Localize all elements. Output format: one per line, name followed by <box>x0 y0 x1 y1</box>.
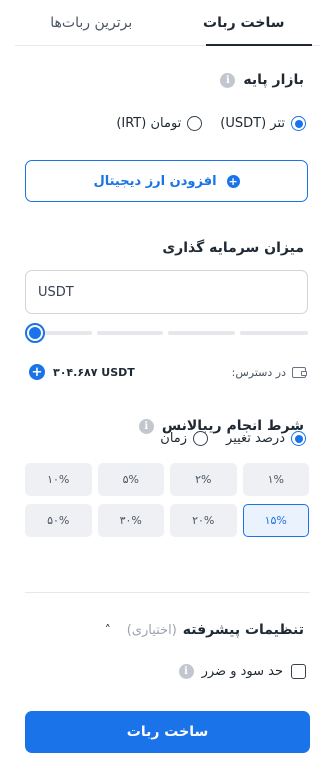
radio-irt-label: تومان (IRT) <box>116 116 182 131</box>
available-value-group: + ۳۰۴.۶۸۷ USDT <box>29 364 135 380</box>
rebalance-options: درصد تغییر زمان <box>160 431 306 446</box>
radio-usdt[interactable]: تتر (USDT) <box>220 116 306 131</box>
percent-chip-50[interactable]: ۵۰% <box>25 504 92 537</box>
divider <box>25 592 310 593</box>
advanced-title: تنظیمات پیشرفته <box>182 622 304 638</box>
radio-percent-label: درصد تغییر <box>226 431 285 446</box>
advanced-optional: (اختیاری) <box>126 622 177 638</box>
radio-button[interactable] <box>187 116 203 131</box>
info-icon[interactable]: i <box>220 72 236 88</box>
slider-track-segment <box>240 331 308 335</box>
investment-amount-input[interactable]: USDT <box>25 270 308 314</box>
advanced-settings-toggle[interactable]: تنظیمات پیشرفته (اختیاری) ˄ <box>105 622 304 638</box>
radio-irt[interactable]: تومان (IRT) <box>116 116 203 131</box>
stop-loss-row: حد سود و ضرر i <box>178 664 306 679</box>
slider-track-segment <box>97 331 163 335</box>
create-bot-button[interactable]: ساخت ربات <box>25 711 310 753</box>
available-label: در دسترس: <box>231 365 286 379</box>
stop-loss-label: حد سود و ضرر <box>201 664 283 679</box>
radio-time[interactable]: زمان <box>160 431 209 446</box>
wallet-icon <box>292 366 307 378</box>
radio-button[interactable] <box>193 431 209 446</box>
percent-chip-1[interactable]: ۱% <box>242 463 309 496</box>
investment-title: میزان سرمایه گذاری <box>162 240 304 256</box>
percent-chip-20[interactable]: ۲۰% <box>170 504 237 537</box>
radio-time-label: زمان <box>160 431 188 446</box>
slider-track-segment <box>168 331 235 335</box>
add-funds-icon[interactable]: + <box>29 364 45 380</box>
chevron-up-icon[interactable]: ˄ <box>105 623 111 637</box>
investment-slider[interactable] <box>25 322 308 344</box>
percent-chip-30[interactable]: ۳۰% <box>97 504 164 537</box>
percent-chip-5[interactable]: ۵% <box>97 463 164 496</box>
radio-button[interactable] <box>291 116 306 131</box>
available-balance-row: در دسترس: + ۳۰۴.۶۸۷ USDT <box>29 362 307 382</box>
rebalance-percent-grid: ۱% ۲% ۵% ۱۰% ۱۵% ۲۰% ۳۰% ۵۰% <box>25 463 309 537</box>
info-icon[interactable]: i <box>138 418 154 434</box>
add-coin-label: افزودن ارز دیجیتال <box>93 173 217 189</box>
create-bot-label: ساخت ربات <box>126 724 209 740</box>
tab-top-bots[interactable]: برترین ربات‌ها <box>15 0 168 45</box>
slider-thumb[interactable] <box>25 323 45 343</box>
investment-amount-value: USDT <box>38 284 74 300</box>
radio-percent-change[interactable]: درصد تغییر <box>226 431 306 446</box>
radio-usdt-label: تتر (USDT) <box>220 116 285 131</box>
available-value: ۳۰۴.۶۸۷ USDT <box>53 365 135 379</box>
base-market-label: بازار پایه <box>243 72 304 88</box>
stop-loss-checkbox[interactable] <box>291 664 306 679</box>
percent-chip-15[interactable]: ۱۵% <box>242 504 309 537</box>
base-market-title: بازار پایه i <box>220 72 304 88</box>
tab-bar: ساخت ربات برترین ربات‌ها <box>15 0 320 46</box>
tab-create-bot[interactable]: ساخت ربات <box>168 0 320 46</box>
percent-chip-2[interactable]: ۲% <box>170 463 237 496</box>
investment-label: میزان سرمایه گذاری <box>162 240 304 256</box>
plus-circle-icon: + <box>226 174 240 188</box>
base-market-options: تتر (USDT) تومان (IRT) <box>116 116 306 131</box>
info-icon[interactable]: i <box>178 664 194 679</box>
radio-button[interactable] <box>291 431 306 446</box>
add-coin-button[interactable]: + افزودن ارز دیجیتال <box>25 160 308 202</box>
percent-chip-10[interactable]: ۱۰% <box>25 463 92 496</box>
available-label-group: در دسترس: <box>231 365 307 379</box>
